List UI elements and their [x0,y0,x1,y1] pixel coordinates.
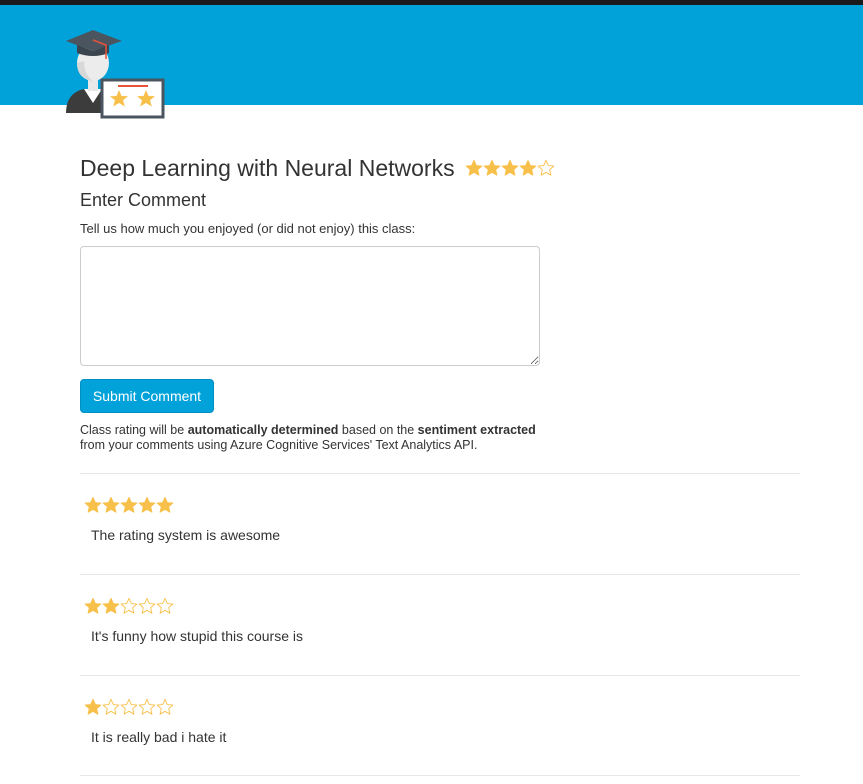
comment-list: The rating system is awesome It's funny … [80,473,800,776]
comment-item: It's funny how stupid this course is [80,574,800,675]
star-empty-icon [138,698,156,715]
star-empty-icon [156,698,174,715]
info-text-bold2: sentiment extracted [417,423,536,437]
star-filled-icon [519,159,536,176]
enter-comment-heading: Enter Comment [80,190,207,210]
comment-item: It is really bad i hate it [80,675,800,776]
star-filled-icon [483,159,500,176]
comment-rating-stars [84,597,174,615]
comment-item: The rating system is awesome [80,473,800,574]
info-text-part2: based on the [338,423,418,437]
info-text-part3: from your comments using Azure Cognitive… [80,438,478,452]
star-empty-icon [537,159,554,176]
comment-rating-stars [84,496,174,514]
star-filled-icon [84,698,102,715]
submit-comment-button[interactable]: Submit Comment [80,379,214,413]
course-header: Deep Learning with Neural Networks [80,154,555,182]
star-empty-icon [156,597,174,614]
star-filled-icon [138,496,156,513]
star-filled-icon [465,159,482,176]
course-rating-stars [465,159,555,177]
star-empty-icon [120,597,138,614]
comment-text: It is really bad i hate it [91,729,227,745]
info-text-bold1: automatically determined [187,423,339,437]
star-filled-icon [84,597,102,614]
graduate-rating-logo-icon [66,30,165,119]
star-filled-icon [102,597,120,614]
star-filled-icon [120,496,138,513]
star-empty-icon [138,597,156,614]
info-text-part1: Class rating will be [80,423,188,437]
page-title: Deep Learning with Neural Networks [80,155,455,181]
star-empty-icon [120,698,138,715]
star-empty-icon [102,698,120,715]
comment-text: The rating system is awesome [91,527,281,543]
comment-rating-stars [84,698,174,716]
star-filled-icon [501,159,518,176]
star-filled-icon [84,496,102,513]
comment-textarea[interactable] [80,246,540,366]
rating-info-text: Class rating will be automatically deter… [80,423,580,453]
comment-text: It's funny how stupid this course is [91,628,303,644]
comment-prompt-label: Tell us how much you enjoyed (or did not… [80,221,416,236]
star-filled-icon [102,496,120,513]
star-filled-icon [156,496,174,513]
